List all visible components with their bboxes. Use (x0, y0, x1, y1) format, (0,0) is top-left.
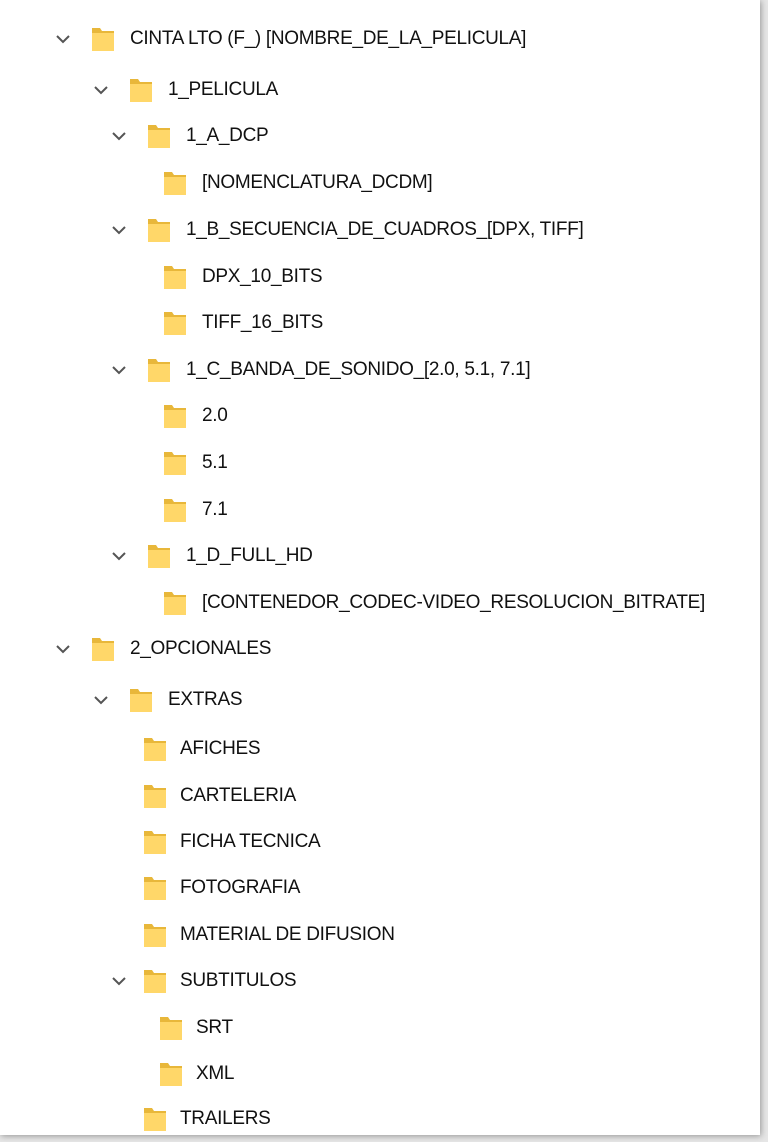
tree-item-label: DPX_10_BITS (202, 266, 323, 287)
tree-item-1-d-full-hd[interactable]: 1_D_FULL_HD (106, 538, 366, 574)
tree-item-carteleria[interactable]: CARTELERIA (142, 778, 362, 814)
tree-item-extras[interactable]: EXTRAS (88, 682, 308, 718)
folder-icon (144, 924, 166, 947)
folder-icon (164, 592, 186, 615)
tree-item-material-de-difusion[interactable]: MATERIAL DE DIFUSION (142, 917, 462, 953)
folder-icon (164, 312, 186, 335)
tree-item-label: FICHA TECNICA (180, 831, 321, 852)
tree-item-label: TIFF_16_BITS (202, 312, 323, 333)
folder-icon (164, 499, 186, 522)
folder-icon (160, 1063, 182, 1086)
tree-item-label: [NOMENCLATURA_DCDM] (202, 172, 433, 193)
folder-icon (148, 125, 170, 148)
tree-item-subtitulos[interactable]: SUBTITULOS (106, 963, 346, 999)
tree-item-label: CINTA LTO (F_) [NOMBRE_DE_LA_PELICULA] (130, 28, 527, 49)
chevron-down-icon[interactable] (56, 644, 70, 654)
tree-item-7-1[interactable]: 7.1 (162, 492, 282, 528)
folder-icon (164, 172, 186, 195)
tree-item-nomenclatura-dcdm[interactable]: [NOMENCLATURA_DCDM] (162, 165, 522, 201)
tree-item-label: SRT (196, 1017, 233, 1038)
tree-item-label: XML (196, 1063, 235, 1084)
tree-item-2-opcionales[interactable]: 2_OPCIONALES (50, 631, 310, 667)
folder-icon (144, 970, 166, 993)
chevron-down-icon[interactable] (112, 131, 126, 141)
folder-icon (144, 877, 166, 900)
chevron-down-icon[interactable] (112, 551, 126, 561)
tree-item-label: CARTELERIA (180, 785, 296, 806)
folder-icon (148, 219, 170, 242)
tree-item-label: FOTOGRAFIA (180, 877, 301, 898)
folder-icon (148, 359, 170, 382)
folder-icon (130, 689, 152, 712)
folder-icon (144, 1108, 166, 1131)
tree-item-srt[interactable]: SRT (158, 1010, 278, 1046)
tree-item-2-0[interactable]: 2.0 (162, 398, 282, 434)
tree-item-trailers[interactable]: TRAILERS (142, 1101, 342, 1135)
tree-item-label: 2.0 (202, 405, 228, 426)
chevron-down-icon[interactable] (56, 34, 70, 44)
tree-item-label: 1_D_FULL_HD (186, 545, 313, 566)
tree-item-label: MATERIAL DE DIFUSION (180, 924, 395, 945)
folder-icon (130, 79, 152, 102)
tree-item-label: AFICHES (180, 738, 261, 759)
chevron-down-icon[interactable] (112, 225, 126, 235)
tree-item-tiff-16-bits[interactable]: TIFF_16_BITS (162, 305, 382, 341)
tree-item-cinta-lto[interactable]: CINTA LTO (F_) [NOMBRE_DE_LA_PELICULA] (50, 21, 610, 57)
folder-icon (92, 638, 114, 661)
tree-item-label: 1_B_SECUENCIA_DE_CUADROS_[DPX, TIFF] (186, 219, 584, 240)
folder-icon (144, 785, 166, 808)
tree-item-label: 1_PELICULA (168, 79, 279, 100)
chevron-down-icon[interactable] (94, 695, 108, 705)
tree-item-xml[interactable]: XML (158, 1056, 278, 1092)
tree-item-5-1[interactable]: 5.1 (162, 445, 282, 481)
tree-item-label: EXTRAS (168, 689, 243, 710)
tree-item-fotografia[interactable]: FOTOGRAFIA (142, 870, 362, 906)
tree-item-dpx-10-bits[interactable]: DPX_10_BITS (162, 259, 382, 295)
chevron-down-icon[interactable] (94, 85, 108, 95)
folder-icon (164, 266, 186, 289)
tree-item-1-pelicula[interactable]: 1_PELICULA (88, 72, 348, 108)
tree-item-label: 1_A_DCP (186, 125, 269, 146)
folder-icon (144, 831, 166, 854)
folder-icon (160, 1017, 182, 1040)
folder-tree-pane: CINTA LTO (F_) [NOMBRE_DE_LA_PELICULA] 1… (0, 0, 760, 1135)
tree-item-afiches[interactable]: AFICHES (142, 731, 342, 767)
tree-item-label: SUBTITULOS (180, 970, 297, 991)
tree-item-ficha-tecnica[interactable]: FICHA TECNICA (142, 824, 382, 860)
tree-item-label: 1_C_BANDA_DE_SONIDO_[2.0, 5.1, 7.1] (186, 359, 531, 380)
tree-item-1-b-secuencia[interactable]: 1_B_SECUENCIA_DE_CUADROS_[DPX, TIFF] (106, 212, 666, 248)
tree-item-contenedor-codec[interactable]: [CONTENEDOR_CODEC-VIDEO_RESOLUCION_BITRA… (162, 585, 760, 621)
folder-icon (164, 405, 186, 428)
tree-item-1-a-dcp[interactable]: 1_A_DCP (106, 118, 326, 154)
tree-item-label: 2_OPCIONALES (130, 638, 272, 659)
tree-item-1-c-banda-de-sonido[interactable]: 1_C_BANDA_DE_SONIDO_[2.0, 5.1, 7.1] (106, 352, 626, 388)
tree-item-label: 7.1 (202, 499, 228, 520)
folder-icon (164, 452, 186, 475)
chevron-down-icon[interactable] (112, 365, 126, 375)
tree-item-label: [CONTENEDOR_CODEC-VIDEO_RESOLUCION_BITRA… (202, 592, 705, 613)
folder-icon (92, 28, 114, 51)
folder-icon (148, 545, 170, 568)
chevron-down-icon[interactable] (112, 976, 126, 986)
tree-item-label: 5.1 (202, 452, 228, 473)
folder-icon (144, 738, 166, 761)
tree-item-label: TRAILERS (180, 1108, 271, 1129)
